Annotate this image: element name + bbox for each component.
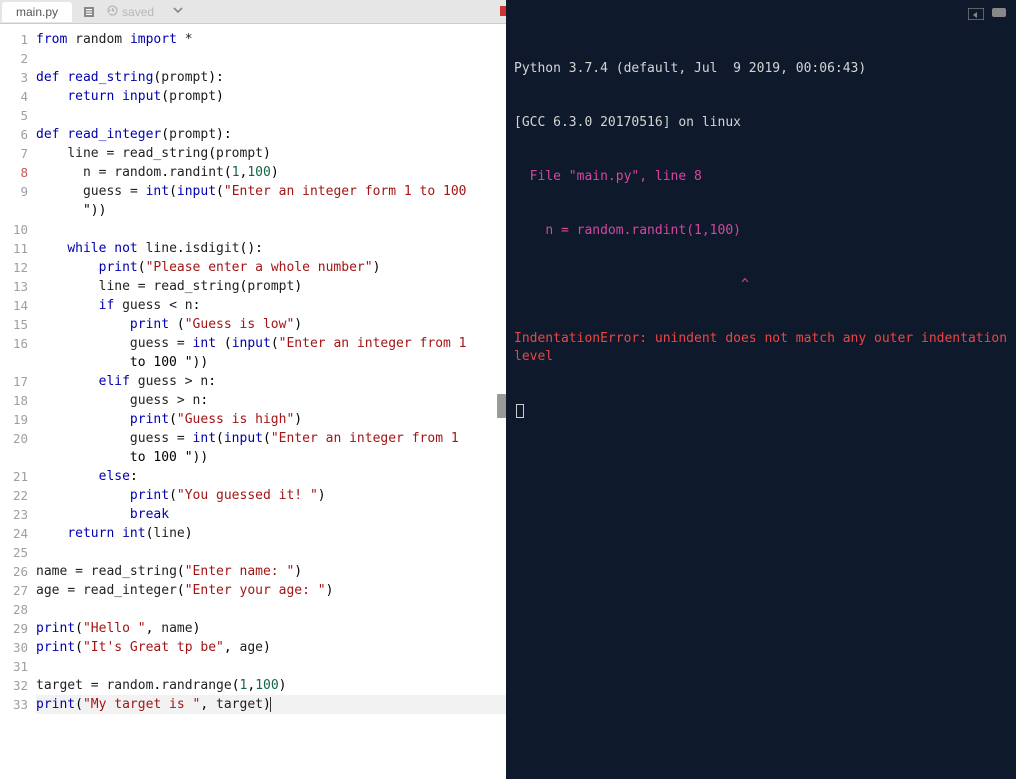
- scrollbar-thumb[interactable]: [497, 394, 506, 418]
- terminal-error: IndentationError: unindent does not matc…: [514, 330, 1008, 366]
- files-icon[interactable]: [80, 3, 98, 21]
- saved-status: saved: [106, 4, 154, 20]
- history-icon: [106, 4, 119, 20]
- terminal-line: n = random.randint(1,100): [514, 222, 1008, 240]
- code-editor[interactable]: 123456789 10111213141516 17181920 212223…: [0, 24, 506, 779]
- chevron-down-icon[interactable]: [172, 4, 184, 20]
- file-tab[interactable]: main.py: [2, 2, 72, 22]
- terminal-line: Python 3.7.4 (default, Jul 9 2019, 00:06…: [514, 60, 1008, 78]
- cursor-icon: [516, 404, 524, 418]
- editor-panel: main.py saved 123456789 10111213141516 1…: [0, 0, 506, 779]
- editor-header: main.py saved: [0, 0, 506, 24]
- terminal-line: File "main.py", line 8: [514, 168, 1008, 186]
- expand-icon[interactable]: [968, 8, 984, 26]
- terminal-line: ^: [514, 276, 1008, 294]
- code-lines[interactable]: from random import * def read_string(pro…: [36, 24, 506, 779]
- terminal-prompt[interactable]: [514, 402, 1008, 420]
- terminal-line: [GCC 6.3.0 20170516] on linux: [514, 114, 1008, 132]
- terminal-panel[interactable]: Python 3.7.4 (default, Jul 9 2019, 00:06…: [506, 0, 1016, 779]
- line-gutter: 123456789 10111213141516 17181920 212223…: [0, 24, 36, 779]
- clear-icon[interactable]: [992, 8, 1006, 26]
